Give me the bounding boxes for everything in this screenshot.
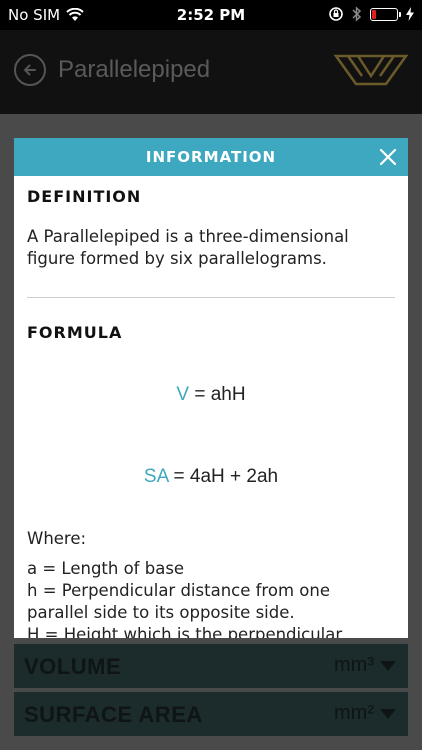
chevron-down-icon[interactable] [380,709,396,719]
formula-variable: SA [143,466,169,487]
formula-expression: = ahH [189,384,246,405]
where-item: a = Length of base [27,559,185,578]
close-icon[interactable] [378,147,398,167]
where-label: Where: [27,529,87,548]
surface-area-label: SURFACE AREA [24,702,203,727]
volume-label: VOLUME [24,654,122,679]
status-bar: No SIM 2:52 PM [0,0,422,30]
surface-area-unit: mm² [334,702,374,724]
modal-body[interactable]: DEFINITION A Parallelepiped is a three-d… [14,176,408,638]
where-item: H = Height which is the perpendicular [27,625,343,638]
formula-variable: V [176,384,190,405]
where-list: a = Length of base h = Perpendicular dis… [27,558,395,638]
surface-area-formula: SA = 4aH + 2ah [27,466,395,488]
volume-row[interactable]: VOLUME mm³ [14,644,408,688]
arrow-left-icon [23,64,36,76]
volume-unit: mm³ [334,654,374,676]
chevron-down-icon[interactable] [380,661,396,671]
nav-bar: Parallelepiped [0,30,422,114]
bluetooth-icon [352,6,362,22]
back-button[interactable] [14,54,46,86]
battery-icon [370,7,401,21]
surface-area-row[interactable]: SURFACE AREA mm² [14,692,408,736]
formula-heading: FORMULA [27,323,123,342]
brand-logo-icon [334,54,408,86]
formula-expression: = 4aH + 2ah [168,466,279,487]
where-item: h = Perpendicular distance from one para… [27,581,330,622]
divider [27,297,395,298]
information-modal: INFORMATION DEFINITION A Parallelepiped … [14,138,408,638]
status-icons [328,6,414,22]
rotation-lock-icon [329,7,343,21]
definition-heading: DEFINITION [27,187,142,206]
modal-header: INFORMATION [14,138,408,176]
volume-formula: V = ahH [27,384,395,406]
page-title: Parallelepiped [58,56,211,83]
charging-bolt-icon [406,7,414,21]
definition-text: A Parallelepiped is a three-dimensional … [27,227,349,268]
modal-title: INFORMATION [145,148,277,166]
